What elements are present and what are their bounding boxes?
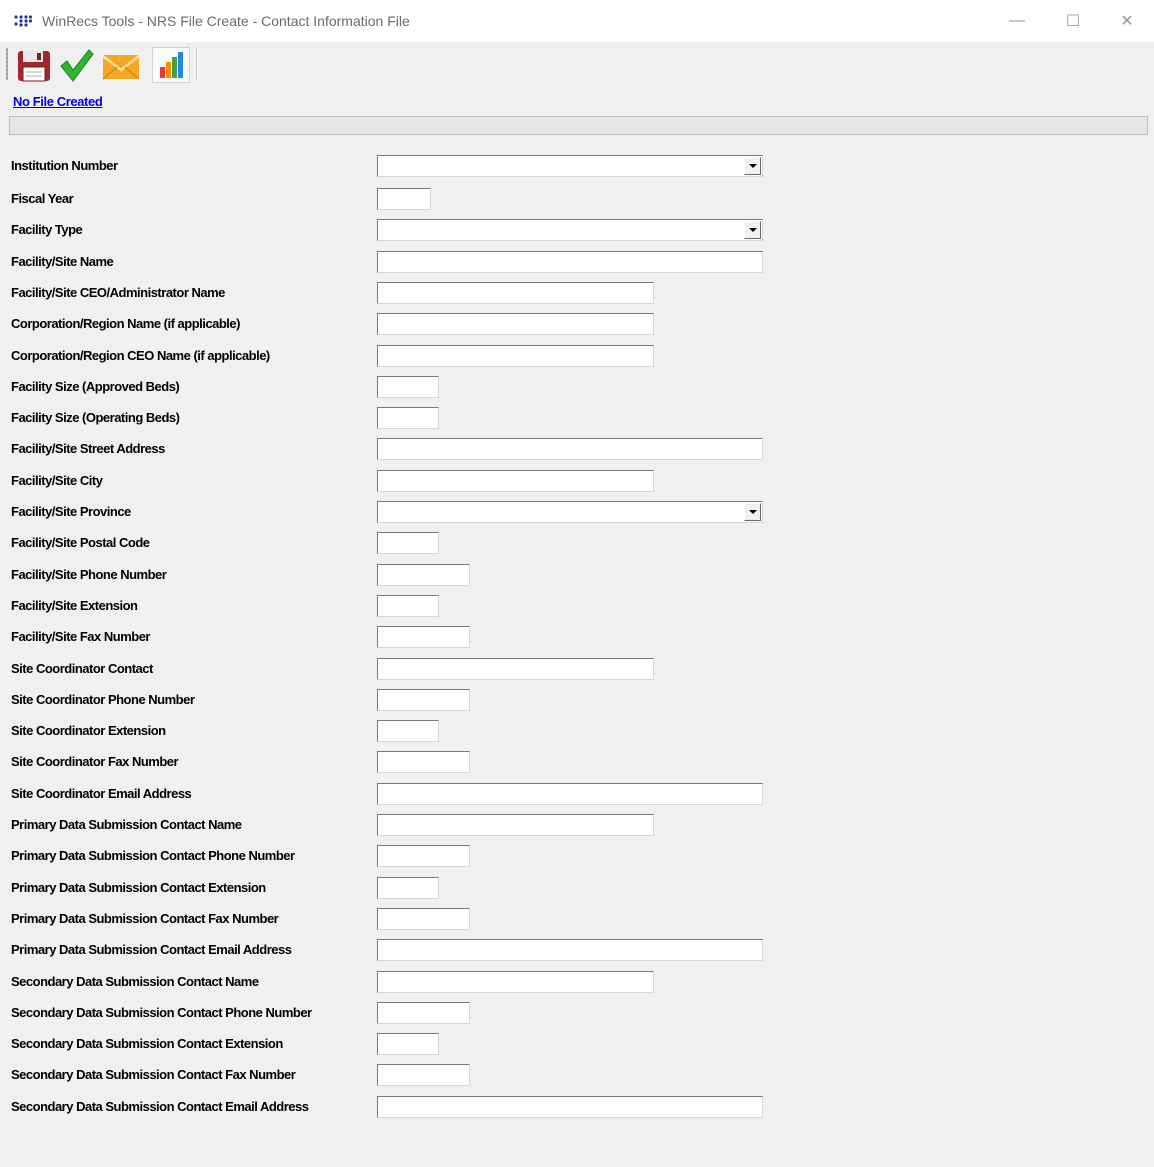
facility-site-phone-number-input[interactable]: [377, 564, 470, 586]
label-primary-data-submission-contact-phone-number: Primary Data Submission Contact Phone Nu…: [11, 848, 295, 863]
corporation-region-ceo-name-if-applicable-input[interactable]: [377, 345, 654, 367]
maximize-icon: ☐: [1065, 13, 1081, 30]
label-facility-site-postal-code: Facility/Site Postal Code: [11, 535, 150, 550]
label-secondary-data-submission-contact-fax-number: Secondary Data Submission Contact Fax Nu…: [11, 1067, 296, 1082]
primary-data-submission-contact-name-input[interactable]: [377, 814, 654, 836]
label-site-coordinator-email-address: Site Coordinator Email Address: [11, 786, 192, 801]
label-corporation-region-name-if-applicable: Corporation/Region Name (if applicable): [11, 316, 240, 331]
facility-site-extension-input[interactable]: [377, 595, 439, 617]
secondary-data-submission-contact-phone-number-input[interactable]: [377, 1002, 470, 1024]
minimize-button[interactable]: —: [994, 0, 1040, 42]
label-site-coordinator-extension: Site Coordinator Extension: [11, 723, 166, 738]
secondary-data-submission-contact-extension-input[interactable]: [377, 1033, 439, 1055]
site-coordinator-contact-input[interactable]: [377, 658, 654, 680]
facility-site-name-input[interactable]: [377, 251, 763, 273]
secondary-data-submission-contact-name-input[interactable]: [377, 971, 654, 993]
window-title: WinRecs Tools - NRS File Create - Contac…: [42, 13, 410, 29]
maximize-button[interactable]: ☐: [1050, 0, 1096, 42]
facility-size-approved-beds-input[interactable]: [377, 376, 439, 398]
minimize-icon: —: [1009, 12, 1025, 29]
label-site-coordinator-fax-number: Site Coordinator Fax Number: [11, 754, 179, 769]
secondary-data-submission-contact-email-address-input[interactable]: [377, 1096, 763, 1118]
institution-number-dropdown[interactable]: [377, 155, 763, 177]
label-facility-site-fax-number: Facility/Site Fax Number: [11, 629, 151, 644]
checkmark-icon: [60, 49, 94, 82]
facility-site-postal-code-input[interactable]: [377, 532, 439, 554]
label-facility-site-ceo-administrator-name: Facility/Site CEO/Administrator Name: [11, 285, 225, 300]
progress-bar: [9, 116, 1148, 135]
label-secondary-data-submission-contact-phone-number: Secondary Data Submission Contact Phone …: [11, 1005, 312, 1020]
secondary-data-submission-contact-fax-number-input[interactable]: [377, 1064, 470, 1086]
bar-chart-icon: [160, 52, 183, 78]
label-facility-site-street-address: Facility/Site Street Address: [11, 441, 165, 456]
toolbar-separator: [196, 48, 198, 80]
label-facility-type: Facility Type: [11, 222, 83, 237]
site-coordinator-fax-number-input[interactable]: [377, 751, 470, 773]
label-secondary-data-submission-contact-name: Secondary Data Submission Contact Name: [11, 974, 259, 989]
primary-data-submission-contact-email-address-input[interactable]: [377, 939, 763, 961]
label-secondary-data-submission-contact-email-address: Secondary Data Submission Contact Email …: [11, 1099, 309, 1114]
fiscal-year-input[interactable]: [377, 188, 431, 210]
close-button[interactable]: ✕: [1104, 0, 1150, 42]
site-coordinator-extension-input[interactable]: [377, 720, 439, 742]
facility-site-city-input[interactable]: [377, 470, 654, 492]
label-primary-data-submission-contact-fax-number: Primary Data Submission Contact Fax Numb…: [11, 911, 279, 926]
report-button[interactable]: [152, 47, 190, 83]
primary-data-submission-contact-extension-input[interactable]: [377, 877, 439, 899]
label-secondary-data-submission-contact-extension: Secondary Data Submission Contact Extens…: [11, 1036, 283, 1051]
close-icon: ✕: [1120, 13, 1134, 30]
label-primary-data-submission-contact-email-address: Primary Data Submission Contact Email Ad…: [11, 942, 292, 957]
facility-size-operating-beds-input[interactable]: [377, 407, 439, 429]
primary-data-submission-contact-phone-number-input[interactable]: [377, 845, 470, 867]
toolbar-grip[interactable]: [6, 48, 8, 80]
app-icon: [14, 15, 32, 27]
chevron-down-icon[interactable]: [744, 221, 761, 239]
title-bar: WinRecs Tools - NRS File Create - Contac…: [0, 0, 1154, 42]
facility-site-street-address-input[interactable]: [377, 438, 763, 460]
label-primary-data-submission-contact-extension: Primary Data Submission Contact Extensio…: [11, 880, 266, 895]
toolbar: [0, 42, 1154, 86]
site-coordinator-email-address-input[interactable]: [377, 783, 763, 805]
facility-type-dropdown[interactable]: [377, 219, 763, 241]
file-status-link[interactable]: No File Created: [13, 94, 103, 109]
label-corporation-region-ceo-name-if-applicable: Corporation/Region CEO Name (if applicab…: [11, 348, 270, 363]
corporation-region-name-if-applicable-input[interactable]: [377, 313, 654, 335]
facility-site-province-dropdown[interactable]: [377, 501, 763, 523]
envelope-icon: [102, 55, 140, 80]
label-site-coordinator-contact: Site Coordinator Contact: [11, 661, 153, 676]
label-facility-site-extension: Facility/Site Extension: [11, 598, 138, 613]
label-facility-size-operating-beds: Facility Size (Operating Beds): [11, 410, 180, 425]
label-primary-data-submission-contact-name: Primary Data Submission Contact Name: [11, 817, 242, 832]
floppy-disk-icon: [18, 51, 50, 82]
facility-site-fax-number-input[interactable]: [377, 626, 470, 648]
label-facility-site-province: Facility/Site Province: [11, 504, 131, 519]
chevron-down-icon[interactable]: [744, 503, 761, 521]
site-coordinator-phone-number-input[interactable]: [377, 689, 470, 711]
save-button[interactable]: [16, 47, 52, 83]
email-button[interactable]: [102, 47, 140, 83]
label-facility-site-city: Facility/Site City: [11, 473, 103, 488]
validate-button[interactable]: [58, 47, 94, 83]
label-facility-size-approved-beds: Facility Size (Approved Beds): [11, 379, 180, 394]
facility-site-ceo-administrator-name-input[interactable]: [377, 282, 654, 304]
label-institution-number: Institution Number: [11, 158, 118, 173]
primary-data-submission-contact-fax-number-input[interactable]: [377, 908, 470, 930]
label-facility-site-phone-number: Facility/Site Phone Number: [11, 567, 167, 582]
label-facility-site-name: Facility/Site Name: [11, 254, 114, 269]
label-fiscal-year: Fiscal Year: [11, 191, 74, 206]
chevron-down-icon[interactable]: [744, 157, 761, 175]
label-site-coordinator-phone-number: Site Coordinator Phone Number: [11, 692, 195, 707]
